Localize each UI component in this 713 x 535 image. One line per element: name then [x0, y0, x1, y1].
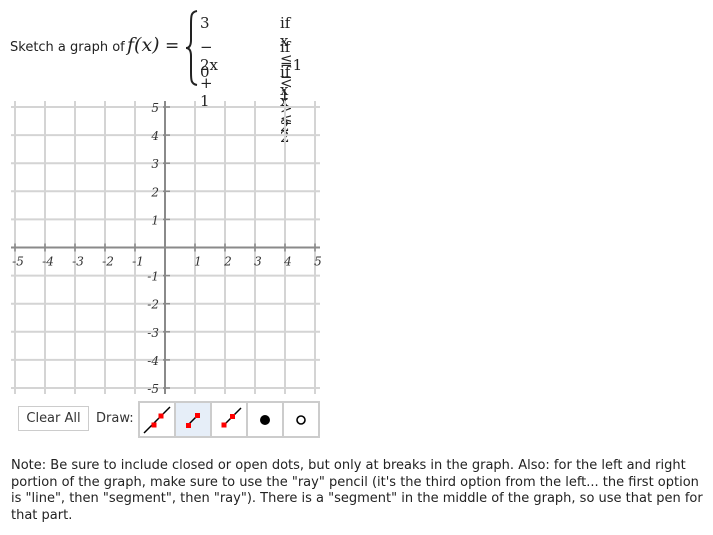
graph-canvas[interactable]: -5 -4 -3 -2 -1 1 2 3 4 5 5 4 3 2 1 -1 -2 -3 -4 -5	[0, 95, 330, 400]
x-tick-label: 5	[314, 255, 322, 269]
case-expression: 0	[200, 63, 210, 81]
y-tick-label: -1	[147, 270, 159, 284]
function-name: f(x)	[127, 34, 160, 56]
tool-group	[138, 401, 320, 438]
y-tick-label: 5	[151, 101, 159, 115]
brace-icon	[185, 10, 198, 86]
ray-tool-button[interactable]	[210, 401, 248, 438]
prompt-text: Sketch a graph of	[10, 40, 125, 55]
segment-tool-button[interactable]	[174, 401, 212, 438]
x-tick-label: -1	[132, 255, 144, 269]
open-dot-tool-button[interactable]	[282, 401, 320, 438]
equals-sign: =	[165, 36, 180, 56]
y-tick-label: -4	[147, 354, 159, 368]
y-tick-label: 1	[151, 213, 159, 227]
draw-label: Draw:	[96, 411, 134, 426]
x-tick-label: -4	[42, 255, 54, 269]
closed-dot-tool-button[interactable]	[246, 401, 284, 438]
x-tick-label: 2	[223, 255, 232, 269]
axes	[11, 101, 320, 394]
ray-icon	[221, 406, 242, 427]
segment-icon	[186, 412, 200, 428]
closed-dot-icon	[260, 414, 270, 425]
open-dot-icon	[296, 414, 306, 425]
y-tick-label: 4	[150, 129, 159, 143]
y-tick-label: -5	[147, 382, 159, 396]
x-tick-label: 1	[194, 255, 202, 269]
x-tick-label: -2	[102, 255, 114, 269]
x-tick-label: -5	[12, 255, 24, 269]
instruction-note: Note: Be sure to include closed or open …	[11, 458, 703, 524]
line-tool-button[interactable]	[138, 401, 176, 438]
case-expression: 3	[200, 14, 210, 32]
y-tick-label: -2	[147, 298, 159, 312]
y-tick-label: 3	[151, 157, 159, 171]
x-tick-label: 4	[283, 255, 292, 269]
clear-all-button[interactable]: Clear All	[18, 406, 89, 431]
y-tick-label: 2	[150, 185, 159, 199]
x-tick-label: -3	[72, 255, 84, 269]
line-icon	[143, 405, 171, 434]
x-tick-label: 3	[254, 255, 262, 269]
y-tick-label: -3	[147, 326, 159, 340]
